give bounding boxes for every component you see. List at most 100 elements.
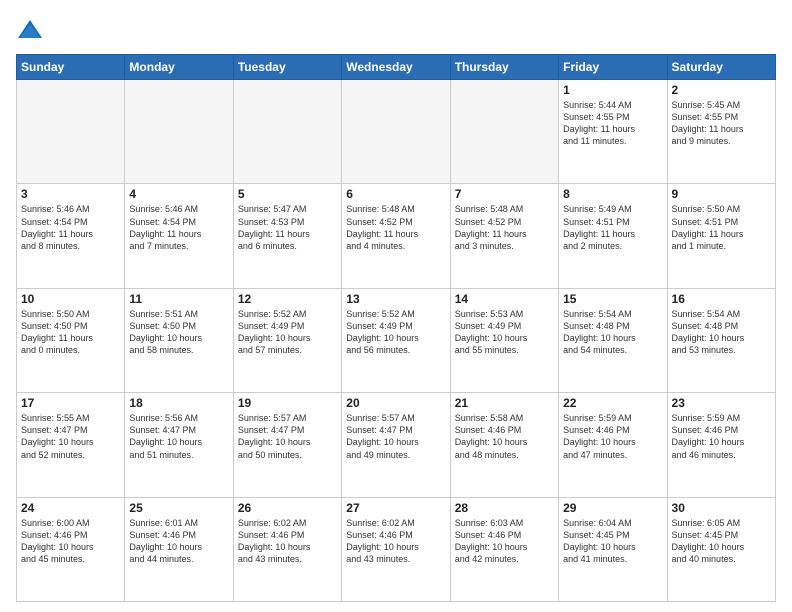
calendar-cell: 12 Sunrise: 5:52 AM Sunset: 4:49 PM Dayli… <box>233 288 341 392</box>
day-number: 11 <box>129 292 228 306</box>
day-number: 20 <box>346 396 445 410</box>
day-number: 22 <box>563 396 662 410</box>
day-number: 4 <box>129 187 228 201</box>
day-info: Sunrise: 5:49 AM Sunset: 4:51 PM Dayligh… <box>563 203 662 252</box>
calendar-cell: 14Sunrise: 5:53 AM Sunset: 4:49 PM Dayli… <box>450 288 558 392</box>
weekday-header-saturday: Saturday <box>667 55 775 80</box>
day-number: 15 <box>563 292 662 306</box>
calendar-cell <box>125 80 233 184</box>
day-number: 23 <box>672 396 771 410</box>
day-info: Sunrise: 6:05 AM Sunset: 4:45 PM Dayligh… <box>672 517 771 566</box>
day-info: Sunrise: 5:50 AM Sunset: 4:50 PM Dayligh… <box>21 308 120 357</box>
day-info: Sunrise: 5:50 AM Sunset: 4:51 PM Dayligh… <box>672 203 771 252</box>
calendar-cell: 8 Sunrise: 5:49 AM Sunset: 4:51 PM Daylig… <box>559 184 667 288</box>
calendar-cell: 2Sunrise: 5:45 AM Sunset: 4:55 PM Daylig… <box>667 80 775 184</box>
day-number: 13 <box>346 292 445 306</box>
day-number: 30 <box>672 501 771 515</box>
day-info: Sunrise: 5:54 AM Sunset: 4:48 PM Dayligh… <box>563 308 662 357</box>
day-number: 5 <box>238 187 337 201</box>
day-number: 10 <box>21 292 120 306</box>
calendar-cell: 30 Sunrise: 6:05 AM Sunset: 4:45 PM Dayli… <box>667 497 775 601</box>
calendar-cell <box>233 80 341 184</box>
day-number: 12 <box>238 292 337 306</box>
calendar-cell <box>342 80 450 184</box>
day-number: 14 <box>455 292 554 306</box>
calendar-cell: 1 Sunrise: 5:44 AM Sunset: 4:55 PM Daylig… <box>559 80 667 184</box>
day-number: 18 <box>129 396 228 410</box>
week-row-5: 24 Sunrise: 6:00 AM Sunset: 4:46 PM Dayli… <box>17 497 776 601</box>
calendar-cell: 22 Sunrise: 5:59 AM Sunset: 4:46 PM Dayli… <box>559 393 667 497</box>
weekday-header-row: SundayMondayTuesdayWednesdayThursdayFrid… <box>17 55 776 80</box>
day-number: 27 <box>346 501 445 515</box>
calendar-table: SundayMondayTuesdayWednesdayThursdayFrid… <box>16 54 776 602</box>
day-info: Sunrise: 6:01 AM Sunset: 4:46 PM Dayligh… <box>129 517 228 566</box>
calendar-cell: 19Sunrise: 5:57 AM Sunset: 4:47 PM Dayli… <box>233 393 341 497</box>
week-row-4: 17 Sunrise: 5:55 AM Sunset: 4:47 PM Dayli… <box>17 393 776 497</box>
calendar-cell: 25 Sunrise: 6:01 AM Sunset: 4:46 PM Dayli… <box>125 497 233 601</box>
weekday-header-friday: Friday <box>559 55 667 80</box>
calendar-cell <box>17 80 125 184</box>
calendar-cell: 6 Sunrise: 5:48 AM Sunset: 4:52 PM Daylig… <box>342 184 450 288</box>
logo <box>16 16 48 44</box>
day-number: 25 <box>129 501 228 515</box>
day-number: 26 <box>238 501 337 515</box>
day-number: 7 <box>455 187 554 201</box>
weekday-header-monday: Monday <box>125 55 233 80</box>
calendar-cell: 27 Sunrise: 6:02 AM Sunset: 4:46 PM Dayli… <box>342 497 450 601</box>
day-number: 6 <box>346 187 445 201</box>
header <box>16 16 776 44</box>
day-info: Sunrise: 5:44 AM Sunset: 4:55 PM Dayligh… <box>563 99 662 148</box>
week-row-2: 3 Sunrise: 5:46 AM Sunset: 4:54 PM Daylig… <box>17 184 776 288</box>
calendar-cell: 13 Sunrise: 5:52 AM Sunset: 4:49 PM Dayli… <box>342 288 450 392</box>
week-row-1: 1 Sunrise: 5:44 AM Sunset: 4:55 PM Daylig… <box>17 80 776 184</box>
day-info: Sunrise: 5:58 AM Sunset: 4:46 PM Dayligh… <box>455 412 554 461</box>
calendar-cell: 5 Sunrise: 5:47 AM Sunset: 4:53 PM Daylig… <box>233 184 341 288</box>
calendar-cell: 18 Sunrise: 5:56 AM Sunset: 4:47 PM Dayli… <box>125 393 233 497</box>
weekday-header-thursday: Thursday <box>450 55 558 80</box>
day-info: Sunrise: 5:59 AM Sunset: 4:46 PM Dayligh… <box>672 412 771 461</box>
calendar-cell: 23 Sunrise: 5:59 AM Sunset: 4:46 PM Dayli… <box>667 393 775 497</box>
day-number: 8 <box>563 187 662 201</box>
day-number: 3 <box>21 187 120 201</box>
calendar-cell: 29 Sunrise: 6:04 AM Sunset: 4:45 PM Dayli… <box>559 497 667 601</box>
weekday-header-wednesday: Wednesday <box>342 55 450 80</box>
day-info: Sunrise: 5:48 AM Sunset: 4:52 PM Dayligh… <box>455 203 554 252</box>
week-row-3: 10 Sunrise: 5:50 AM Sunset: 4:50 PM Dayli… <box>17 288 776 392</box>
calendar-cell: 28Sunrise: 6:03 AM Sunset: 4:46 PM Dayli… <box>450 497 558 601</box>
calendar-cell: 9 Sunrise: 5:50 AM Sunset: 4:51 PM Daylig… <box>667 184 775 288</box>
day-info: Sunrise: 5:52 AM Sunset: 4:49 PM Dayligh… <box>346 308 445 357</box>
day-info: Sunrise: 6:02 AM Sunset: 4:46 PM Dayligh… <box>238 517 337 566</box>
day-info: Sunrise: 5:54 AM Sunset: 4:48 PM Dayligh… <box>672 308 771 357</box>
calendar-cell: 16Sunrise: 5:54 AM Sunset: 4:48 PM Dayli… <box>667 288 775 392</box>
day-info: Sunrise: 6:02 AM Sunset: 4:46 PM Dayligh… <box>346 517 445 566</box>
day-info: Sunrise: 6:00 AM Sunset: 4:46 PM Dayligh… <box>21 517 120 566</box>
logo-icon <box>16 16 44 44</box>
day-info: Sunrise: 5:45 AM Sunset: 4:55 PM Dayligh… <box>672 99 771 148</box>
calendar-cell: 10 Sunrise: 5:50 AM Sunset: 4:50 PM Dayli… <box>17 288 125 392</box>
calendar-cell: 7 Sunrise: 5:48 AM Sunset: 4:52 PM Daylig… <box>450 184 558 288</box>
calendar-cell: 26 Sunrise: 6:02 AM Sunset: 4:46 PM Dayli… <box>233 497 341 601</box>
day-info: Sunrise: 5:48 AM Sunset: 4:52 PM Dayligh… <box>346 203 445 252</box>
day-number: 21 <box>455 396 554 410</box>
day-info: Sunrise: 5:52 AM Sunset: 4:49 PM Dayligh… <box>238 308 337 357</box>
calendar-cell: 20Sunrise: 5:57 AM Sunset: 4:47 PM Dayli… <box>342 393 450 497</box>
day-number: 1 <box>563 83 662 97</box>
day-info: Sunrise: 6:04 AM Sunset: 4:45 PM Dayligh… <box>563 517 662 566</box>
day-info: Sunrise: 5:57 AM Sunset: 4:47 PM Dayligh… <box>238 412 337 461</box>
calendar-cell: 11Sunrise: 5:51 AM Sunset: 4:50 PM Dayli… <box>125 288 233 392</box>
day-info: Sunrise: 5:47 AM Sunset: 4:53 PM Dayligh… <box>238 203 337 252</box>
calendar-cell: 24 Sunrise: 6:00 AM Sunset: 4:46 PM Dayli… <box>17 497 125 601</box>
day-info: Sunrise: 5:55 AM Sunset: 4:47 PM Dayligh… <box>21 412 120 461</box>
day-number: 24 <box>21 501 120 515</box>
day-info: Sunrise: 5:46 AM Sunset: 4:54 PM Dayligh… <box>21 203 120 252</box>
day-number: 17 <box>21 396 120 410</box>
day-number: 9 <box>672 187 771 201</box>
calendar-cell: 3 Sunrise: 5:46 AM Sunset: 4:54 PM Daylig… <box>17 184 125 288</box>
day-number: 28 <box>455 501 554 515</box>
day-info: Sunrise: 5:56 AM Sunset: 4:47 PM Dayligh… <box>129 412 228 461</box>
weekday-header-sunday: Sunday <box>17 55 125 80</box>
page: SundayMondayTuesdayWednesdayThursdayFrid… <box>0 0 792 612</box>
day-number: 29 <box>563 501 662 515</box>
calendar-cell: 17 Sunrise: 5:55 AM Sunset: 4:47 PM Dayli… <box>17 393 125 497</box>
day-info: Sunrise: 5:59 AM Sunset: 4:46 PM Dayligh… <box>563 412 662 461</box>
